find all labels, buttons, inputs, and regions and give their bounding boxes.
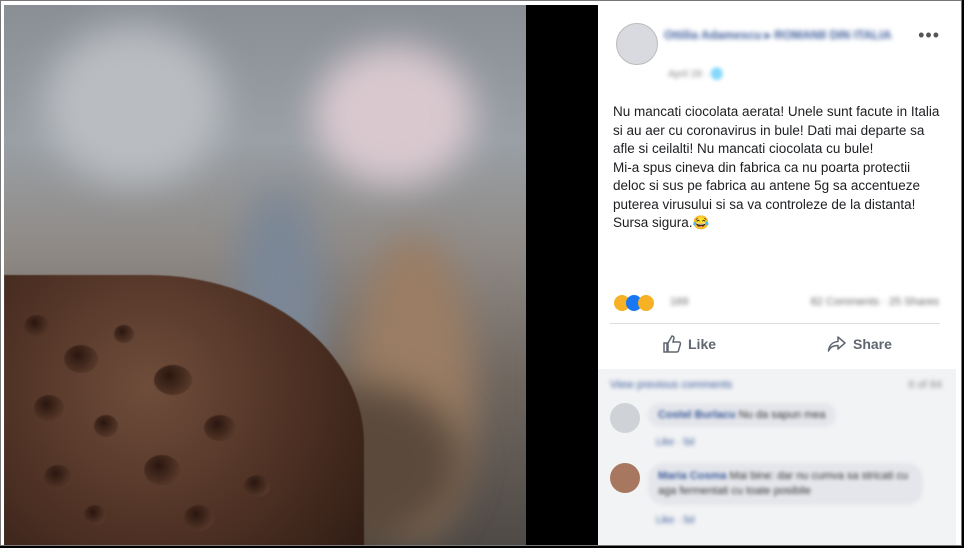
- post-photo[interactable]: [4, 5, 526, 545]
- reaction-count[interactable]: 169: [670, 296, 688, 308]
- comment-text: Nu da sapun mea: [738, 409, 826, 421]
- author-name[interactable]: Ottilia Adamescu ▸ ROMANII DIN ITALIA: [664, 27, 894, 43]
- post-timestamp[interactable]: April 28 · 🌐: [668, 69, 723, 80]
- comment-author[interactable]: Costel Burlacu: [658, 409, 736, 421]
- divider: [610, 323, 940, 324]
- share-button[interactable]: Share: [827, 335, 892, 353]
- comments-position: 6 of 84: [908, 379, 942, 391]
- comments-section: View previous comments 6 of 84 Costel Bu…: [598, 369, 956, 545]
- post-text: Nu mancati ciocolata aerata! Unele sunt …: [613, 104, 940, 230]
- post-panel: Ottilia Adamescu ▸ ROMANII DIN ITALIA Ap…: [598, 5, 956, 545]
- commenter-avatar[interactable]: [610, 403, 640, 433]
- comment-author[interactable]: Maria Cosma: [658, 470, 726, 482]
- share-arrow-icon: [827, 336, 846, 352]
- comment-bubble: Maria Cosma Mai bine: dar nu cumva sa st…: [648, 463, 923, 505]
- reactions-bar[interactable]: 169 82 Comments · 25 Shares: [614, 293, 939, 313]
- screenshot-frame: Ottilia Adamescu ▸ ROMANII DIN ITALIA Ap…: [0, 0, 962, 546]
- post-actions: Like Share: [598, 329, 956, 365]
- wow-reaction-icon: [638, 295, 654, 311]
- like-label: Like: [688, 336, 717, 352]
- post-header: Ottilia Adamescu ▸ ROMANII DIN ITALIA Ap…: [598, 5, 956, 95]
- share-label: Share: [853, 336, 892, 352]
- comment-meta[interactable]: Like · 5d: [656, 515, 694, 526]
- comments-shares-count[interactable]: 82 Comments · 25 Shares: [811, 296, 939, 308]
- like-button[interactable]: Like: [662, 335, 716, 353]
- photo-blur-highlight: [314, 45, 474, 185]
- photo-gutter: [526, 5, 598, 545]
- thumbs-up-icon: [663, 335, 682, 353]
- author-avatar[interactable]: [616, 23, 658, 65]
- reaction-icons[interactable]: [614, 295, 664, 311]
- comment-meta[interactable]: Like · 5d: [656, 437, 694, 448]
- commenter-avatar[interactable]: [610, 463, 640, 493]
- comment-bubble: Costel Burlacu Nu da sapun mea: [648, 403, 836, 427]
- photo-blur-highlight: [44, 25, 224, 185]
- view-previous-comments-link[interactable]: View previous comments: [610, 379, 732, 391]
- more-options-icon[interactable]: •••: [918, 25, 940, 46]
